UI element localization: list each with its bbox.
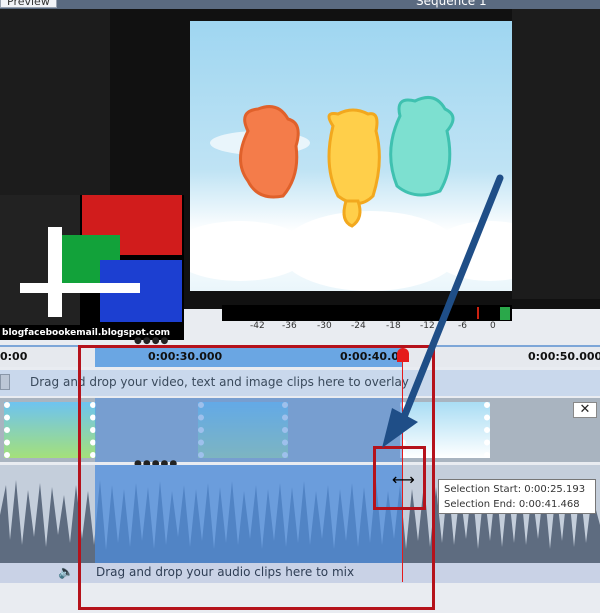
blog-logo: blogfacebookemail.blogspot.com — [0, 195, 184, 340]
selection-end-text: Selection End: 0:00:41.468 — [444, 499, 580, 510]
ruler-label: 0:00 — [0, 350, 28, 363]
selection-start-text: Selection Start: 0:00:25.193 — [444, 484, 586, 495]
meter-tick: -36 — [282, 321, 297, 331]
meter-tick: -42 — [250, 321, 265, 331]
pointer-arrow — [382, 174, 504, 448]
tab-preview[interactable]: Preview — [0, 0, 57, 8]
overlay-track-icon — [0, 374, 10, 390]
preview-right-bar — [512, 9, 600, 299]
lion-character — [239, 105, 300, 199]
tab-sequence[interactable]: Sequence 1 — [416, 0, 487, 8]
meter-tick: -24 — [351, 321, 366, 331]
meter-tick: -30 — [317, 321, 332, 331]
selection-tooltip: Selection Start: 0:00:25.193 Selection E… — [438, 479, 596, 514]
resize-cursor-icon: ⟷ — [392, 470, 415, 489]
ruler-label: 0:00:50.000 — [528, 350, 600, 363]
top-toolbar — [0, 0, 600, 9]
speaker-icon[interactable]: 🔈 — [58, 565, 74, 580]
close-icon[interactable]: ✕ — [573, 402, 597, 418]
